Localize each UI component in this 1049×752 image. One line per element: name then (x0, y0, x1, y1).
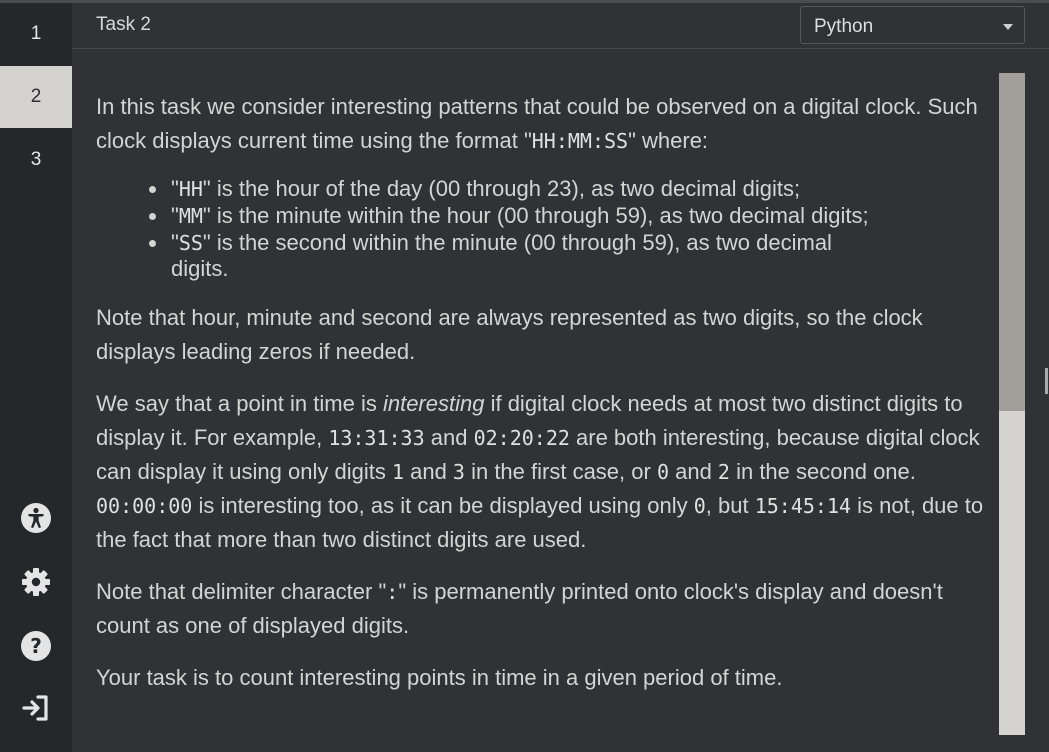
accessibility-icon[interactable] (20, 502, 52, 534)
scrollbar-track[interactable] (999, 73, 1025, 735)
task-title: Task 2 (96, 14, 151, 35)
delimiter-paragraph: Note that delimiter character ":" is per… (96, 579, 943, 638)
scrollbar-thumb[interactable] (999, 73, 1025, 411)
gear-icon[interactable] (20, 566, 52, 598)
task-paragraph: Your task is to count interesting points… (96, 665, 783, 690)
language-value: Python (814, 16, 874, 37)
task-tab-1[interactable]: 1 (0, 3, 72, 65)
format-list: "HH" is the hour of the day (00 through … (149, 176, 891, 281)
task-tab-2[interactable]: 2 (0, 66, 72, 128)
sidebar: 1 2 3 ? (0, 3, 72, 752)
language-select[interactable]: Python (800, 6, 1025, 44)
list-item: "SS" is the second within the minute (00… (149, 230, 891, 281)
task-tab-3[interactable]: 3 (0, 129, 72, 191)
task-description: In this task we consider interesting pat… (96, 90, 998, 752)
list-item: "MM" is the minute within the hour (00 t… (149, 203, 891, 229)
sign-in-icon[interactable] (20, 692, 52, 724)
resize-handle[interactable] (1045, 368, 1048, 394)
leading-zeros-paragraph: Note that hour, minute and second are al… (96, 305, 923, 364)
chevron-down-icon (1003, 24, 1013, 30)
intro-paragraph: In this task we consider interesting pat… (96, 94, 978, 153)
header: Task 2 Python (72, 3, 1049, 49)
interesting-definition-paragraph: We say that a point in time is interesti… (96, 391, 984, 552)
help-icon[interactable]: ? (20, 630, 52, 662)
list-item: "HH" is the hour of the day (00 through … (149, 176, 891, 202)
svg-text:?: ? (30, 634, 42, 658)
